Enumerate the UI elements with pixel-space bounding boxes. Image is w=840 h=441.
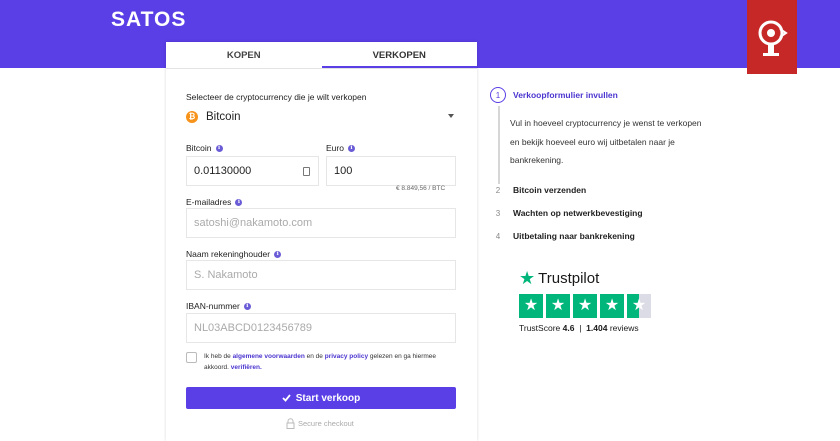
- secure-checkout: Secure checkout: [286, 418, 354, 429]
- euro-amount-value: 100: [334, 165, 353, 177]
- reviews-label: reviews: [609, 323, 639, 333]
- trustpilot-stars: ★ ★ ★ ★ ★: [519, 294, 651, 318]
- account-holder-label-text: Naam rekeninghouder: [186, 249, 271, 259]
- step-1: 1 Verkoopformulier invullen: [490, 87, 618, 103]
- bitcoin-amount-input[interactable]: 0.01130000: [186, 156, 319, 186]
- step-label: Uitbetaling naar bankrekening: [513, 231, 635, 241]
- crypto-select-label: Selecteer de cryptocurrency die je wilt …: [186, 92, 366, 102]
- info-icon[interactable]: i: [243, 302, 251, 310]
- secure-checkout-label: Secure checkout: [298, 419, 354, 428]
- step-connector: [498, 106, 500, 184]
- terms-agreement: Ik heb de algemene voorwaarden en de pri…: [186, 351, 456, 373]
- iban-label: IBAN-nummer i: [186, 301, 251, 311]
- tab-kopen[interactable]: KOPEN: [166, 42, 322, 68]
- star-icon: ★: [600, 294, 624, 318]
- crypto-select-value: Bitcoin: [206, 111, 241, 123]
- terms-text-part: Ik heb de: [204, 353, 231, 360]
- bitcoin-amount-value: 0.01130000: [194, 165, 252, 177]
- star-icon: ★: [627, 294, 651, 318]
- step-2: 2 Bitcoin verzenden: [490, 182, 586, 198]
- star-icon: ★: [546, 294, 570, 318]
- trustscore-line: TrustScore 4.6 | 1.404 reviews: [519, 323, 651, 333]
- trustpilot-name: Trustpilot: [538, 270, 600, 287]
- verify-link[interactable]: verifiëren.: [231, 364, 262, 371]
- satos-logo[interactable]: SATOS: [111, 8, 186, 32]
- terms-link[interactable]: algemene voorwaarden: [233, 353, 305, 360]
- trustpilot-widget[interactable]: ★ Trustpilot ★ ★ ★ ★ ★ TrustScore 4.6 | …: [519, 268, 651, 333]
- info-icon[interactable]: i: [215, 144, 223, 152]
- iban-placeholder: NL03ABCD0123456789: [194, 322, 313, 334]
- bitcoin-icon: ₿: [186, 111, 198, 123]
- email-placeholder: satoshi@nakamoto.com: [194, 217, 313, 229]
- trustscore-separator: |: [579, 323, 582, 333]
- account-holder-placeholder: S. Nakamoto: [194, 269, 258, 281]
- step-number: 4: [495, 231, 501, 241]
- step-number: 1: [490, 87, 506, 103]
- chevron-down-icon: [448, 114, 454, 118]
- star-icon: ★: [519, 294, 543, 318]
- star-icon: ★: [573, 294, 597, 318]
- tab-verkopen[interactable]: VERKOPEN: [321, 42, 477, 68]
- step-label: Bitcoin verzenden: [513, 185, 587, 195]
- sell-form-card: KOPEN VERKOPEN Selecteer de cryptocurren…: [166, 42, 477, 441]
- start-sale-label: Start verkoop: [295, 392, 361, 404]
- lock-icon: [286, 418, 295, 429]
- iban-field[interactable]: NL03ABCD0123456789: [186, 313, 456, 343]
- bitcoin-logo-icon: [747, 0, 797, 74]
- terms-text-part: en de: [306, 353, 323, 360]
- reviews-count: 1.404: [586, 323, 608, 333]
- iban-label-text: IBAN-nummer: [186, 301, 240, 311]
- info-icon[interactable]: i: [347, 144, 355, 152]
- step-label: Verkoopformulier invullen: [513, 90, 618, 100]
- calculator-icon[interactable]: [303, 167, 310, 176]
- bitcoin-amount-label-text: Bitcoin: [186, 143, 212, 153]
- email-field[interactable]: satoshi@nakamoto.com: [186, 208, 456, 238]
- info-icon[interactable]: i: [274, 250, 282, 258]
- crypto-select-label-text: Selecteer de cryptocurrency die je wilt …: [186, 92, 367, 102]
- crypto-select[interactable]: ₿ Bitcoin: [186, 106, 456, 128]
- exchange-rate: € 8.849,56 / BTC: [396, 185, 446, 192]
- email-label: E-mailadres i: [186, 197, 243, 207]
- step-3: 3 Wachten op netwerkbevestiging: [490, 205, 643, 221]
- account-holder-label: Naam rekeninghouder i: [186, 249, 282, 259]
- euro-amount-input[interactable]: 100: [326, 156, 456, 186]
- privacy-policy-link[interactable]: privacy policy: [325, 353, 368, 360]
- start-sale-button[interactable]: Start verkoop: [186, 387, 456, 409]
- check-icon: [282, 394, 291, 402]
- trustscore-value: 4.6: [562, 323, 575, 333]
- trustscore-label: TrustScore: [519, 323, 561, 333]
- step-number: 2: [495, 185, 501, 195]
- email-label-text: E-mailadres: [186, 197, 232, 207]
- step-label: Wachten op netwerkbevestiging: [513, 208, 643, 218]
- bitcoin-amount-label: Bitcoin i: [186, 143, 223, 153]
- trustpilot-logo: ★ Trustpilot: [519, 268, 651, 289]
- buy-sell-tabs: KOPEN VERKOPEN: [166, 42, 477, 69]
- euro-amount-label: Euro i: [326, 143, 355, 153]
- step-number: 3: [495, 208, 501, 218]
- terms-checkbox[interactable]: [186, 352, 197, 363]
- info-icon[interactable]: i: [235, 198, 243, 206]
- account-holder-field[interactable]: S. Nakamoto: [186, 260, 456, 290]
- star-icon: ★: [519, 268, 536, 288]
- step-1-description: Vul in hoeveel cryptocurrency je wenst t…: [510, 118, 702, 165]
- terms-text: Ik heb de algemene voorwaarden en de pri…: [204, 351, 456, 373]
- step-4: 4 Uitbetaling naar bankrekening: [490, 228, 635, 244]
- euro-amount-label-text: Euro: [326, 143, 344, 153]
